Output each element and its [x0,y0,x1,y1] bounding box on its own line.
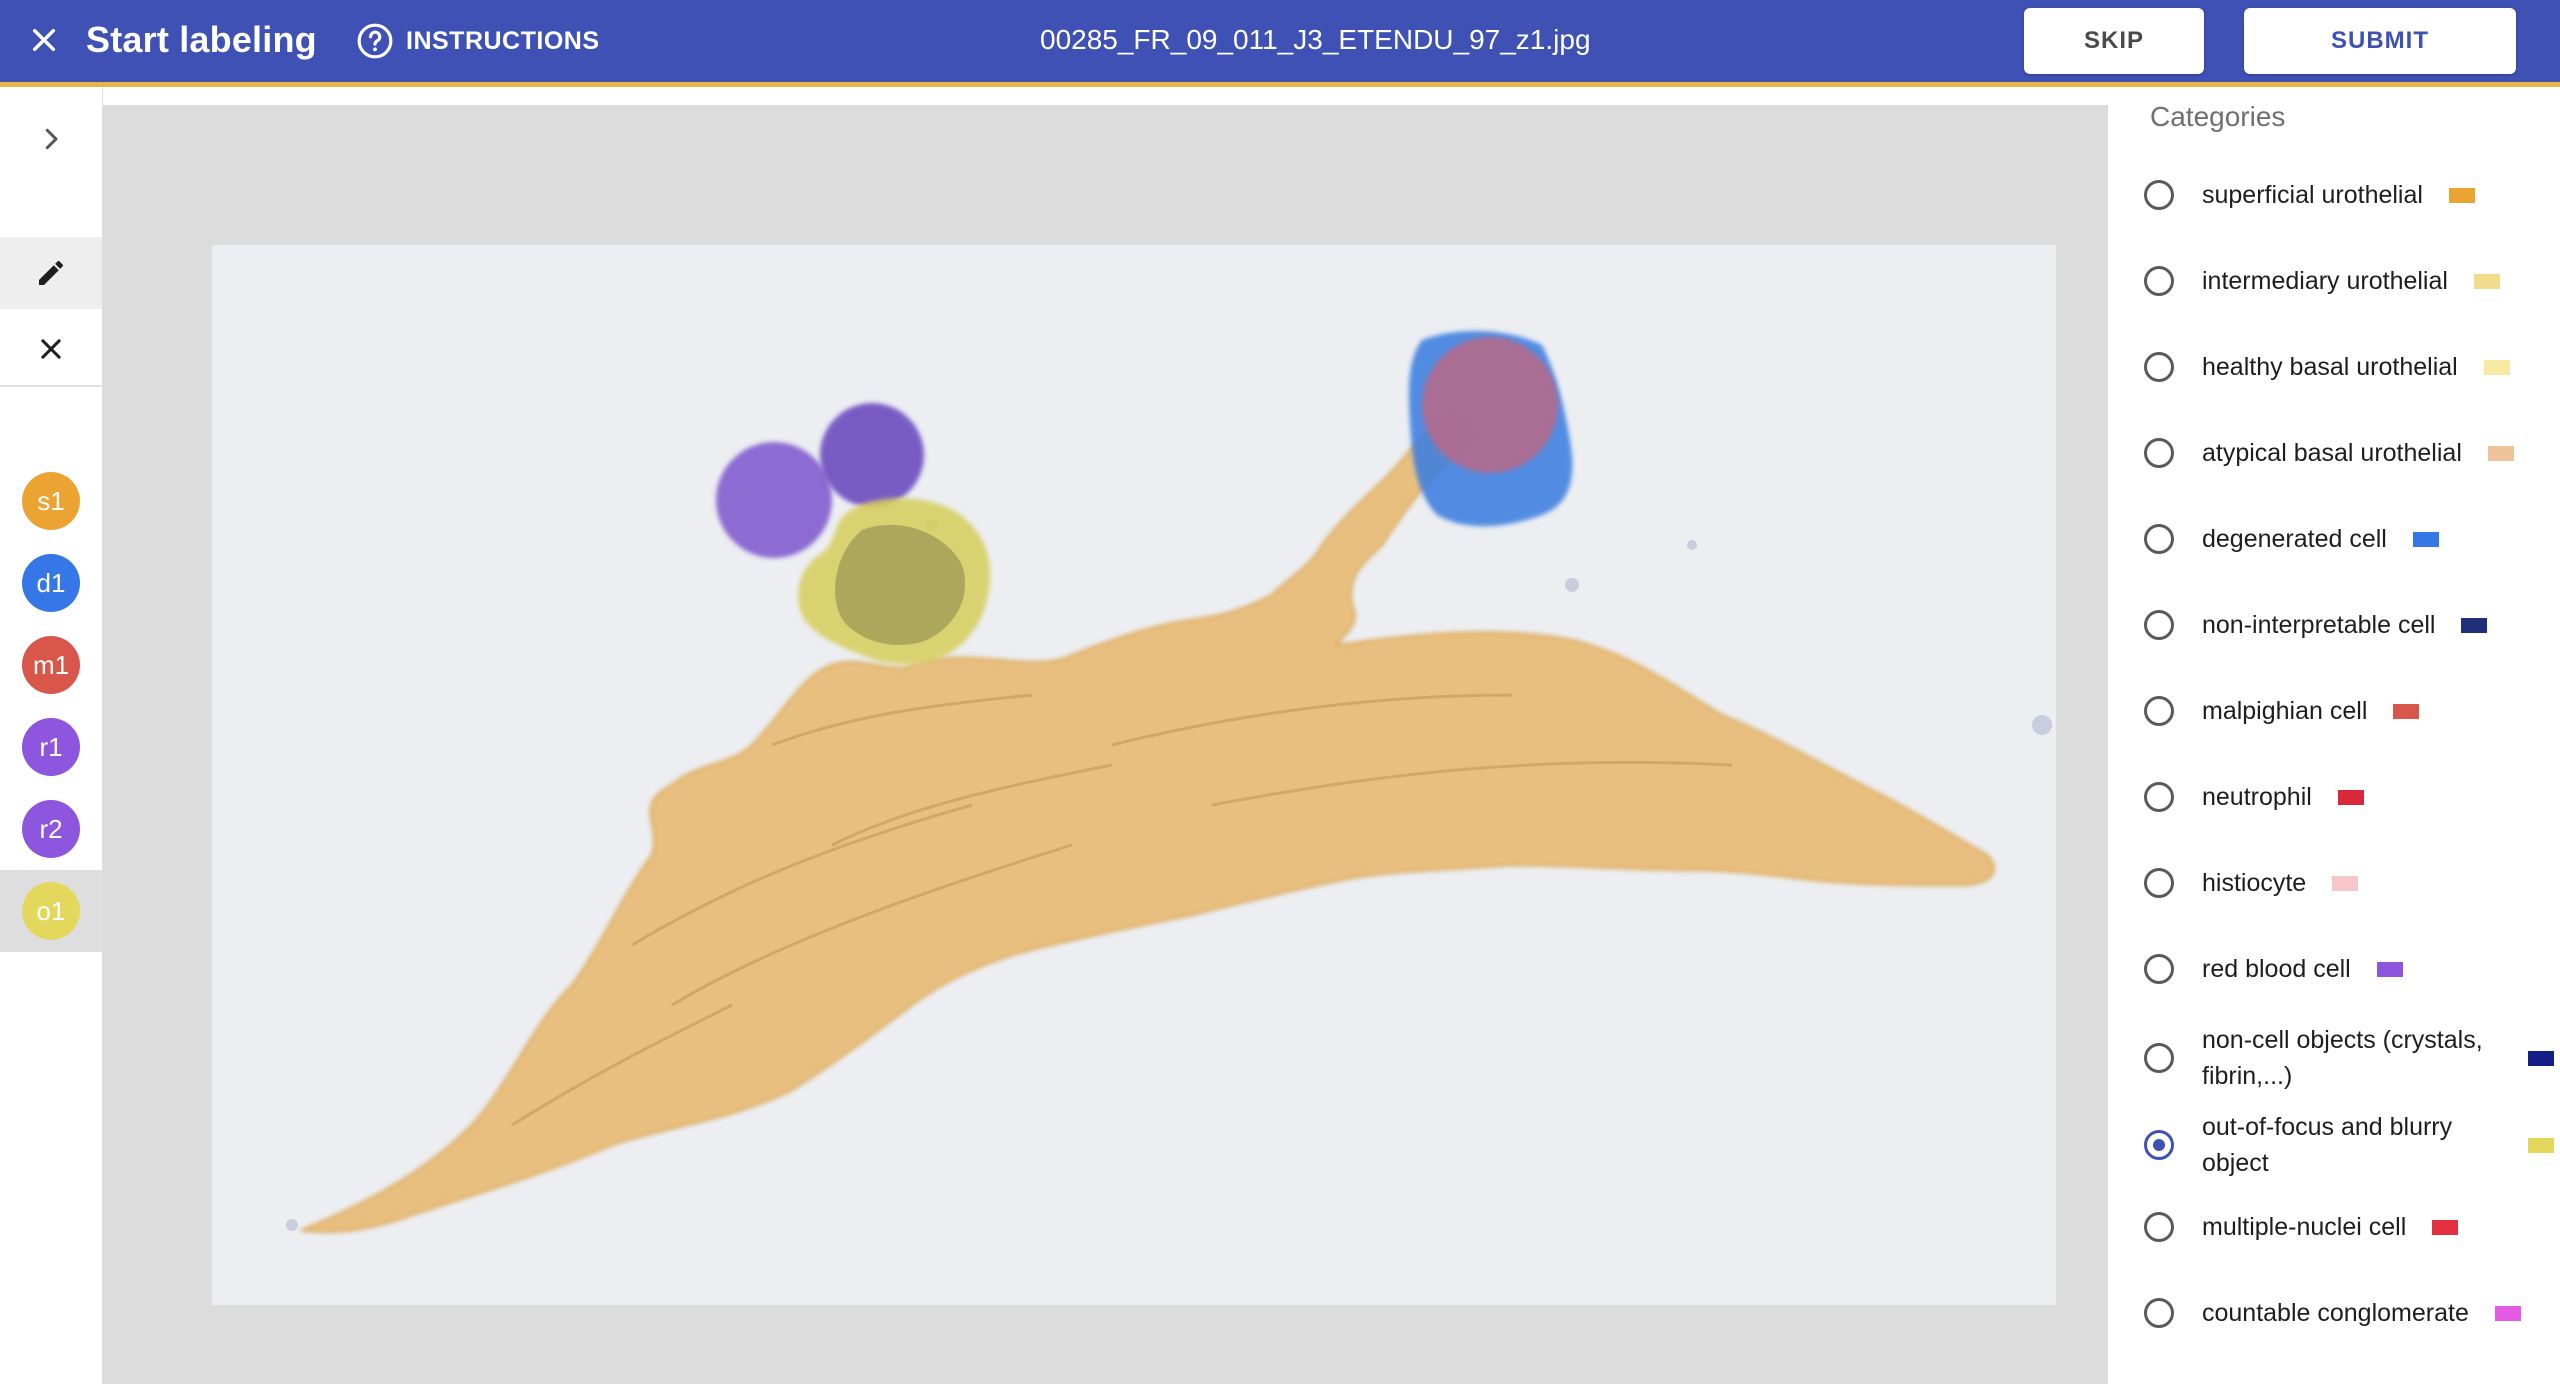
annotation-circle-r1[interactable] [716,442,832,558]
category-color-swatch [2448,187,2475,203]
category-option[interactable]: countable conglomerate [2144,1295,2554,1331]
annotation-chip-o1: o1 [22,882,80,940]
help-circle-icon [357,23,393,59]
chevron-right-icon [45,128,58,150]
radio-button[interactable] [2144,266,2174,296]
category-label: intermediary urothelial [2202,267,2448,295]
category-option[interactable]: multiple-nuclei cell [2144,1209,2554,1245]
annotation-chip-row[interactable]: s1 [0,460,102,542]
expand-sidebar-button[interactable] [0,107,102,171]
category-label: out-of-focus and blurry object [2202,1113,2453,1177]
category-option[interactable]: healthy basal urothelial [2144,349,2554,385]
category-label: degenerated cell [2202,525,2387,553]
annotation-circle-r2[interactable] [820,403,924,507]
category-label: red blood cell [2202,955,2351,983]
close-icon [32,28,56,52]
category-color-swatch [2473,273,2500,289]
radio-button[interactable] [2144,180,2174,210]
submit-button[interactable]: SUBMIT [2244,8,2516,74]
radio-button-selected[interactable] [2144,1130,2174,1160]
radio-button[interactable] [2144,610,2174,640]
category-color-swatch [2483,359,2510,375]
category-color-swatch [2528,1050,2554,1066]
close-button[interactable] [18,14,70,66]
category-color-swatch [2412,531,2439,547]
annotation-polygon-s1[interactable] [298,413,1995,1233]
top-bar: Start labeling INSTRUCTIONS 00285_FR_09_… [0,0,2560,87]
annotation-chip-r2: r2 [22,800,80,858]
radio-button[interactable] [2144,696,2174,726]
category-option[interactable]: atypical basal urothelial [2144,435,2554,471]
annotation-chip-row[interactable]: r1 [0,706,102,788]
instructions-button[interactable]: INSTRUCTIONS [356,20,600,62]
category-label: malpighian cell [2202,697,2368,725]
annotation-chip-row[interactable]: r2 [0,788,102,870]
categories-title: Categories [2150,101,2286,132]
tool-sidebar: s1 d1 m1 r1 r2 o1 [0,87,103,1384]
category-option[interactable]: degenerated cell [2144,521,2554,557]
radio-button[interactable] [2144,1043,2174,1073]
radio-button[interactable] [2144,524,2174,554]
radio-button[interactable] [2144,1298,2174,1328]
clear-tool-button[interactable] [0,313,102,387]
close-icon [41,339,61,359]
category-option[interactable]: malpighian cell [2144,693,2554,729]
category-option[interactable]: non-interpretable cell [2144,607,2554,643]
annotation-circle-m1[interactable] [1422,337,1558,473]
page-title: Start labeling [86,19,317,60]
radio-button[interactable] [2144,1212,2174,1242]
radio-button[interactable] [2144,868,2174,898]
radio-button[interactable] [2144,438,2174,468]
category-option[interactable]: superficial urothelial [2144,177,2554,213]
annotation-chip-m1: m1 [22,636,80,694]
category-option[interactable]: out-of-focus and blurry object [2144,1109,2554,1181]
annotation-chip-s1: s1 [22,472,80,530]
category-color-swatch [2461,617,2488,633]
radio-button[interactable] [2144,352,2174,382]
category-label: superficial urothelial [2202,181,2423,209]
category-label: neutrophil [2202,783,2312,811]
category-color-swatch [2393,703,2420,719]
radio-button[interactable] [2144,782,2174,812]
category-color-swatch [2337,789,2364,805]
category-color-swatch [2494,1305,2521,1321]
annotation-chip-row[interactable]: m1 [0,624,102,706]
annotation-canvas[interactable] [102,105,2108,1384]
microscopy-image[interactable] [212,245,2056,1305]
category-option[interactable]: histiocyte [2144,865,2554,901]
category-color-swatch [2432,1219,2459,1235]
category-option[interactable]: non-cell objects (crystals, fibrin,...) [2144,1022,2554,1094]
category-color-swatch [2528,1137,2554,1153]
category-label: countable conglomerate [2202,1299,2469,1327]
category-option[interactable]: neutrophil [2144,779,2554,815]
instructions-label: INSTRUCTIONS [406,26,600,55]
category-color-swatch [2332,875,2359,891]
radio-button[interactable] [2144,954,2174,984]
category-label: healthy basal urothelial [2202,353,2458,381]
category-label: non-cell objects (crystals, fibrin,...) [2202,1026,2483,1090]
category-label: atypical basal urothelial [2202,439,2462,467]
skip-button[interactable]: SKIP [2024,8,2204,74]
categories-panel: Categories superficial urothelial interm… [2108,87,2560,1384]
category-color-swatch [2376,961,2403,977]
category-option[interactable]: intermediary urothelial [2144,263,2554,299]
annotation-chip-d1: d1 [22,554,80,612]
image-annotations [286,330,2052,1233]
category-label: histiocyte [2202,869,2307,897]
category-color-swatch [2487,445,2514,461]
annotation-chip-row[interactable]: o1 [0,870,102,952]
pencil-icon [39,260,64,285]
image-filename: 00285_FR_09_011_J3_ETENDU_97_z1.jpg [1040,24,1591,55]
annotation-chip-row[interactable]: d1 [0,542,102,624]
category-label: non-interpretable cell [2202,611,2436,639]
category-label: multiple-nuclei cell [2202,1213,2407,1241]
annotation-chip-r1: r1 [22,718,80,776]
category-option[interactable]: red blood cell [2144,951,2554,987]
draw-tool-button[interactable] [0,237,102,309]
